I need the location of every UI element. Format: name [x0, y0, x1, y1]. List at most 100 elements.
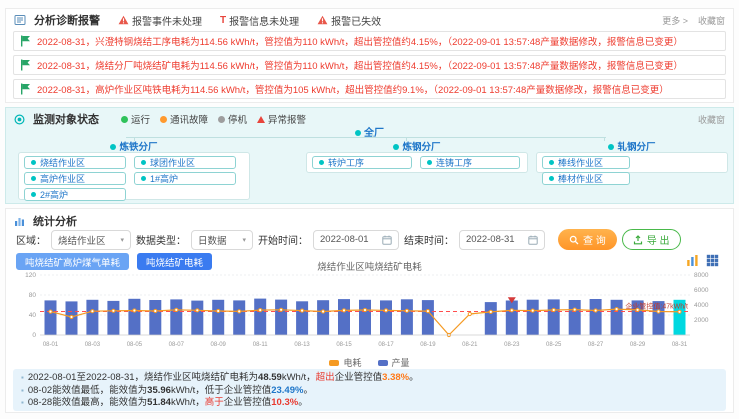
start-date-input[interactable]: 2022-08-01 — [313, 230, 399, 250]
alarm-row[interactable]: 2022-08-31，烧结分厂吨烧结矿电耗为114.56 kWh/t，管控值为1… — [13, 55, 726, 75]
node-label: 转炉工序 — [328, 156, 364, 169]
datatype-select[interactable]: 日数据 ▾ — [191, 230, 253, 250]
production-bar[interactable] — [422, 300, 434, 335]
line-point[interactable] — [657, 310, 660, 313]
line-point[interactable] — [594, 309, 597, 312]
production-bar[interactable] — [380, 300, 392, 335]
monitor-node[interactable]: 棒材作业区 — [542, 172, 630, 185]
production-bar[interactable] — [212, 300, 224, 335]
y-axis-label: 40 — [29, 312, 37, 319]
line-point[interactable] — [615, 308, 618, 311]
line-point[interactable] — [322, 310, 325, 313]
production-bar[interactable] — [170, 299, 182, 335]
production-bar[interactable] — [485, 302, 497, 335]
green-flag-icon — [20, 59, 31, 71]
line-point[interactable] — [552, 308, 555, 311]
line-point[interactable] — [426, 310, 429, 313]
line-point[interactable] — [301, 309, 304, 312]
line-point[interactable] — [91, 310, 94, 313]
region-select[interactable]: 烧结作业区 ▾ — [51, 230, 131, 250]
production-bar[interactable] — [233, 300, 245, 335]
line-point[interactable] — [70, 315, 73, 318]
production-bar[interactable] — [86, 300, 98, 335]
monitor-node[interactable]: 1#高炉 — [134, 172, 236, 185]
export-button[interactable]: 导 出 — [622, 229, 681, 250]
line-point[interactable] — [112, 309, 115, 312]
production-bar[interactable] — [254, 299, 266, 335]
monitor-node[interactable]: 连铸工序 — [420, 156, 520, 169]
line-point[interactable] — [531, 309, 534, 312]
production-bar[interactable] — [359, 300, 371, 335]
tab-alarm-info-pending[interactable]: T 报警信息未处理 — [220, 13, 299, 28]
green-flag-icon — [20, 35, 31, 47]
alarm-row[interactable]: 2022-08-31，高炉作业区吨铁电耗为114.56 kWh/t，管控值为10… — [13, 79, 726, 99]
monitor-node[interactable]: 高炉作业区 — [24, 172, 126, 185]
group-rolling[interactable]: 轧钢分厂 — [536, 139, 728, 151]
line-point[interactable] — [217, 309, 220, 312]
production-bar[interactable] — [45, 300, 57, 335]
production-bar[interactable] — [506, 301, 518, 336]
line-point[interactable] — [636, 308, 639, 311]
production-bar[interactable] — [191, 301, 203, 335]
line-point[interactable] — [510, 309, 513, 312]
alarm-row[interactable]: 2022-08-31，兴澄特钢烧结工序电耗为114.56 kWh/t，管控值为1… — [13, 31, 726, 51]
legend-consumption[interactable]: 电耗 — [329, 356, 361, 369]
group-steelmaking[interactable]: 炼钢分厂 — [306, 139, 528, 151]
line-point[interactable] — [154, 309, 157, 312]
favorite-link[interactable]: 收藏窗 — [698, 14, 725, 27]
stats-panel: 统计分析 区域： 烧结作业区 ▾ 数据类型： 日数据 ▾ 开始时间： 2022-… — [5, 208, 734, 413]
x-axis-label: 08-25 — [546, 342, 562, 348]
production-bar[interactable] — [338, 299, 350, 335]
production-bar[interactable] — [317, 300, 329, 335]
production-bar[interactable] — [548, 299, 560, 335]
production-bar[interactable] — [569, 300, 581, 335]
line-point[interactable] — [259, 309, 262, 312]
legend-production[interactable]: 产量 — [378, 356, 410, 369]
monitor-node[interactable]: 转炉工序 — [312, 156, 412, 169]
line-point[interactable] — [468, 312, 471, 315]
line-point[interactable] — [175, 308, 178, 311]
line-point[interactable] — [384, 309, 387, 312]
production-bar[interactable] — [275, 300, 287, 335]
query-button[interactable]: 查 询 — [558, 229, 617, 250]
bullet-icon: ▪ — [21, 398, 24, 407]
production-bar[interactable] — [107, 301, 119, 335]
y2-axis-label: 4000 — [694, 302, 709, 309]
tab-alarm-events-pending[interactable]: 报警事件未处理 — [118, 13, 202, 28]
summary-segment: 。 — [298, 397, 308, 408]
production-bar[interactable] — [128, 299, 140, 335]
line-point[interactable] — [49, 310, 52, 313]
monitor-node[interactable]: 2#高炉 — [24, 188, 126, 201]
line-point[interactable] — [489, 310, 492, 313]
line-point[interactable] — [405, 309, 408, 312]
end-date-input[interactable]: 2022-08-31 — [459, 230, 545, 250]
production-bar[interactable] — [527, 300, 539, 335]
tab-alarm-expired[interactable]: 报警已失效 — [317, 13, 381, 28]
production-bar[interactable] — [401, 299, 413, 335]
bar-marker-icon — [378, 360, 388, 366]
line-point[interactable] — [573, 308, 576, 311]
production-bar[interactable] — [296, 301, 308, 335]
more-link[interactable]: 更多 > — [662, 14, 688, 27]
line-point[interactable] — [280, 308, 283, 311]
status-dot-icon — [31, 192, 36, 197]
monitor-node[interactable]: 球团作业区 — [134, 156, 236, 169]
production-bar[interactable] — [149, 300, 161, 335]
summary-box: ▪2022-08-01至2022-08-31，烧结作业区吨烧结矿电耗为48.59… — [13, 369, 726, 411]
line-point[interactable] — [363, 308, 366, 311]
line-point[interactable] — [678, 310, 681, 313]
line-point[interactable] — [196, 309, 199, 312]
summary-segment: 。 — [303, 385, 313, 396]
x-axis-label: 08-17 — [378, 342, 394, 348]
monitor-node[interactable]: 烧结作业区 — [24, 156, 126, 169]
line-point[interactable] — [238, 310, 241, 313]
alarm-panel-title: 分析诊断报警 — [34, 12, 100, 28]
group-ironmaking[interactable]: 炼铁分厂 — [18, 139, 250, 151]
line-point[interactable] — [133, 309, 136, 312]
production-bar[interactable] — [590, 299, 602, 335]
monitor-node[interactable]: 棒线作业区 — [542, 156, 630, 169]
status-dot-icon — [319, 160, 324, 165]
line-point[interactable] — [342, 309, 345, 312]
steelmaking-box: 转炉工序 连铸工序 — [306, 152, 528, 173]
production-bar[interactable] — [611, 300, 623, 335]
